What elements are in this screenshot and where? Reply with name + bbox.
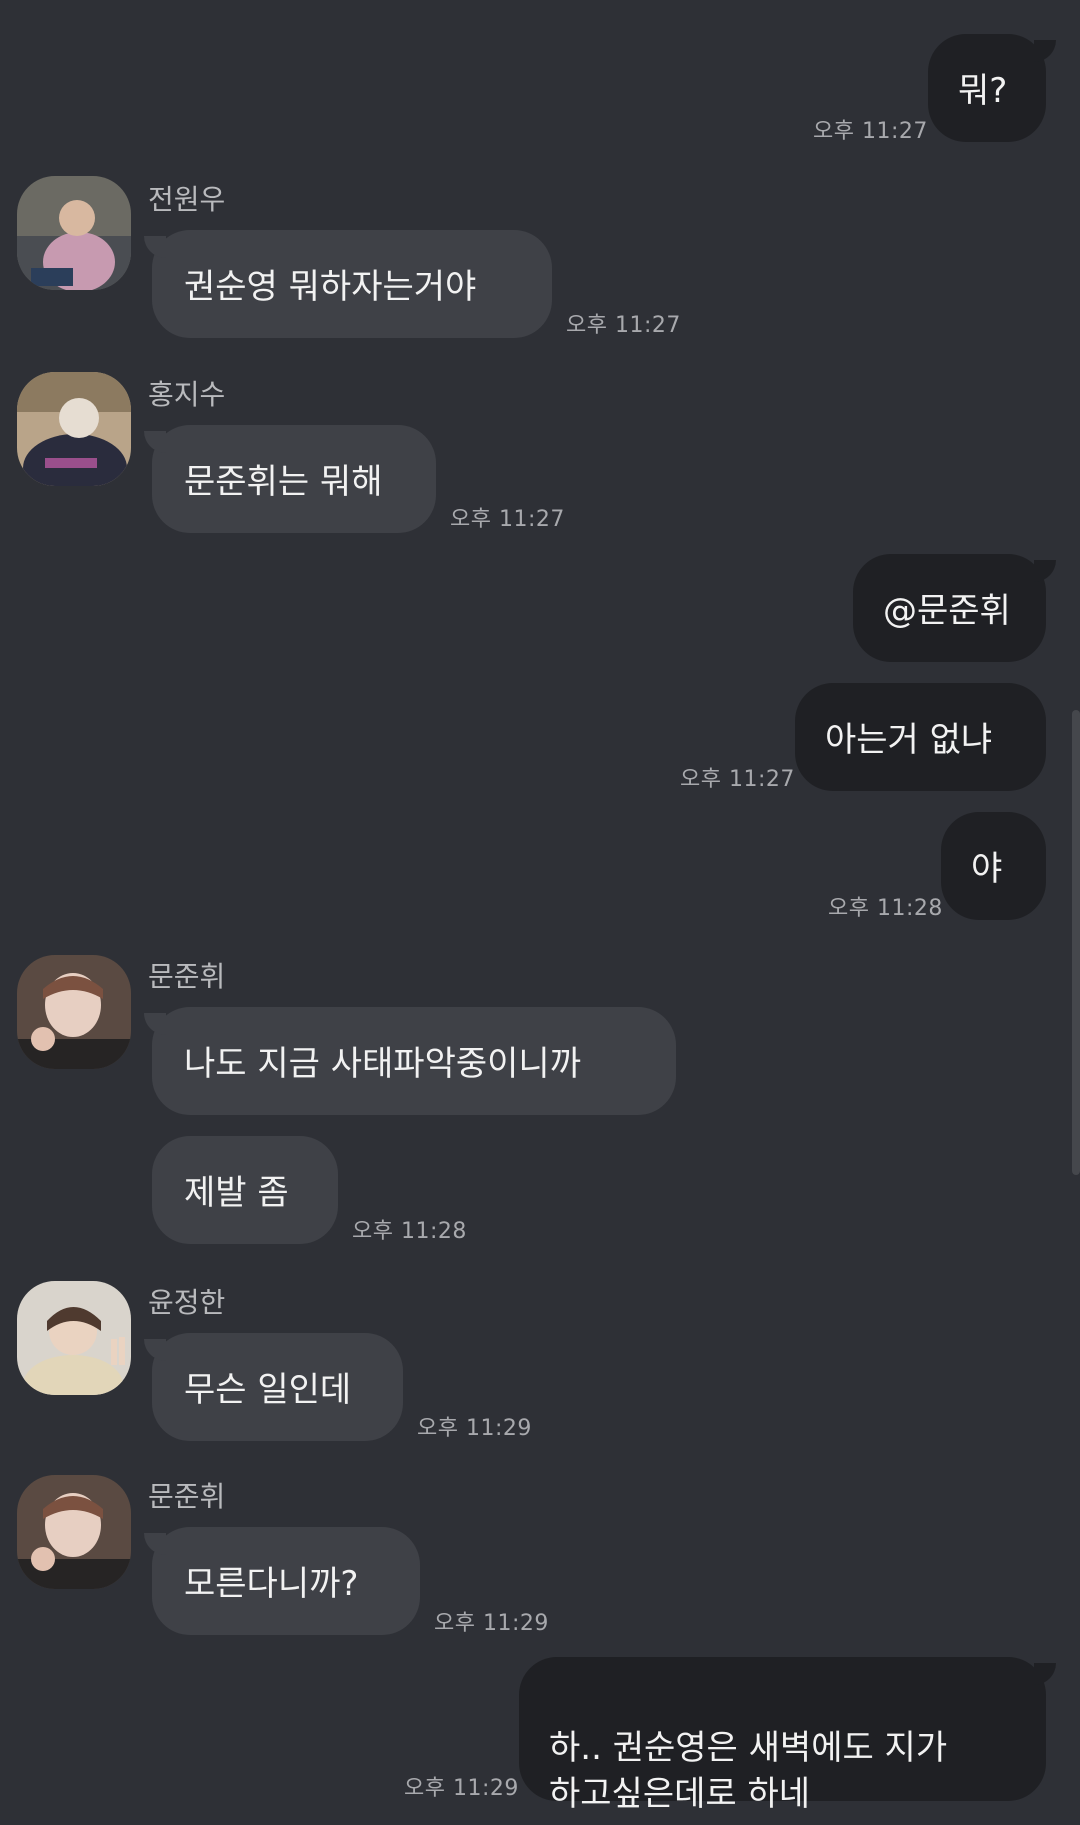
message-text: 뭐? [958, 71, 1008, 111]
avatar[interactable] [17, 176, 131, 290]
scrollbar[interactable] [1072, 710, 1080, 1175]
person-photo-icon [17, 955, 131, 1069]
sender-name: 문준휘 [148, 1480, 226, 1513]
message-time: 오후 11:27 [450, 507, 565, 532]
sender-name: 윤정한 [148, 1286, 226, 1319]
message-bubble[interactable]: 하.. 권순영은 새벽에도 지가 하고싶은데로 하네 [519, 1657, 1046, 1814]
message-time: 오후 11:29 [404, 1776, 519, 1801]
message-bubble[interactable]: 권순영 뭐하자는거야 [152, 230, 552, 338]
message-text: 야 [971, 849, 1003, 889]
message-time: 오후 11:27 [566, 313, 681, 338]
avatar[interactable] [17, 955, 131, 1069]
message-text: 하.. 권순영은 새벽에도 지가 하고싶은데로 하네 [549, 1728, 948, 1814]
message-text: 제발 좀 [184, 1173, 289, 1213]
person-photo-icon [17, 1281, 131, 1395]
message-text: 아는거 없냐 [825, 720, 993, 760]
avatar[interactable] [17, 1281, 131, 1395]
message-bubble[interactable]: 무슨 일인데 [152, 1333, 403, 1441]
message-text: 무슨 일인데 [184, 1370, 352, 1410]
message-text: 모른다니까? [184, 1564, 359, 1604]
message-time: 오후 11:29 [434, 1611, 549, 1636]
message-time: 오후 11:27 [680, 767, 795, 792]
message-bubble[interactable]: 뭐? [928, 34, 1046, 142]
message-text: 권순영 뭐하자는거야 [184, 267, 477, 307]
avatar[interactable] [17, 1475, 131, 1589]
bubble-tail [1034, 40, 1056, 62]
message-time: 오후 11:27 [813, 119, 928, 144]
message-bubble[interactable]: 모른다니까? [152, 1527, 420, 1635]
message-bubble[interactable]: 제발 좀 [152, 1136, 338, 1244]
person-photo-icon [17, 176, 131, 290]
sender-name: 문준휘 [148, 960, 226, 993]
message-bubble[interactable]: 아는거 없냐 [795, 683, 1046, 791]
bubble-tail [1034, 1663, 1056, 1685]
message-text: 문준휘는 뭐해 [184, 462, 383, 502]
bubble-tail [144, 236, 166, 258]
message-time: 오후 11:29 [417, 1416, 532, 1441]
person-photo-icon [17, 1475, 131, 1589]
bubble-tail [1034, 560, 1056, 582]
avatar[interactable] [17, 372, 131, 486]
chat-message-list[interactable]: 뭐? 오후 11:27 전원우 권순영 뭐하자는거야 오후 11:27 홍지수 … [0, 0, 1080, 1825]
bubble-tail [144, 1339, 166, 1361]
bubble-tail [144, 431, 166, 453]
sender-name: 전원우 [148, 183, 226, 216]
bubble-tail [144, 1533, 166, 1555]
sender-name: 홍지수 [148, 378, 226, 411]
message-bubble[interactable]: @문준휘 [853, 554, 1046, 662]
person-photo-icon [17, 372, 131, 486]
message-bubble[interactable]: 나도 지금 사태파악중이니까 [152, 1007, 676, 1115]
message-text: 나도 지금 사태파악중이니까 [184, 1044, 581, 1084]
message-time: 오후 11:28 [352, 1219, 467, 1244]
message-time: 오후 11:28 [828, 896, 943, 921]
message-text: @문준휘 [883, 591, 1011, 631]
bubble-tail [144, 1013, 166, 1035]
message-bubble[interactable]: 문준휘는 뭐해 [152, 425, 436, 533]
message-bubble[interactable]: 야 [941, 812, 1046, 920]
